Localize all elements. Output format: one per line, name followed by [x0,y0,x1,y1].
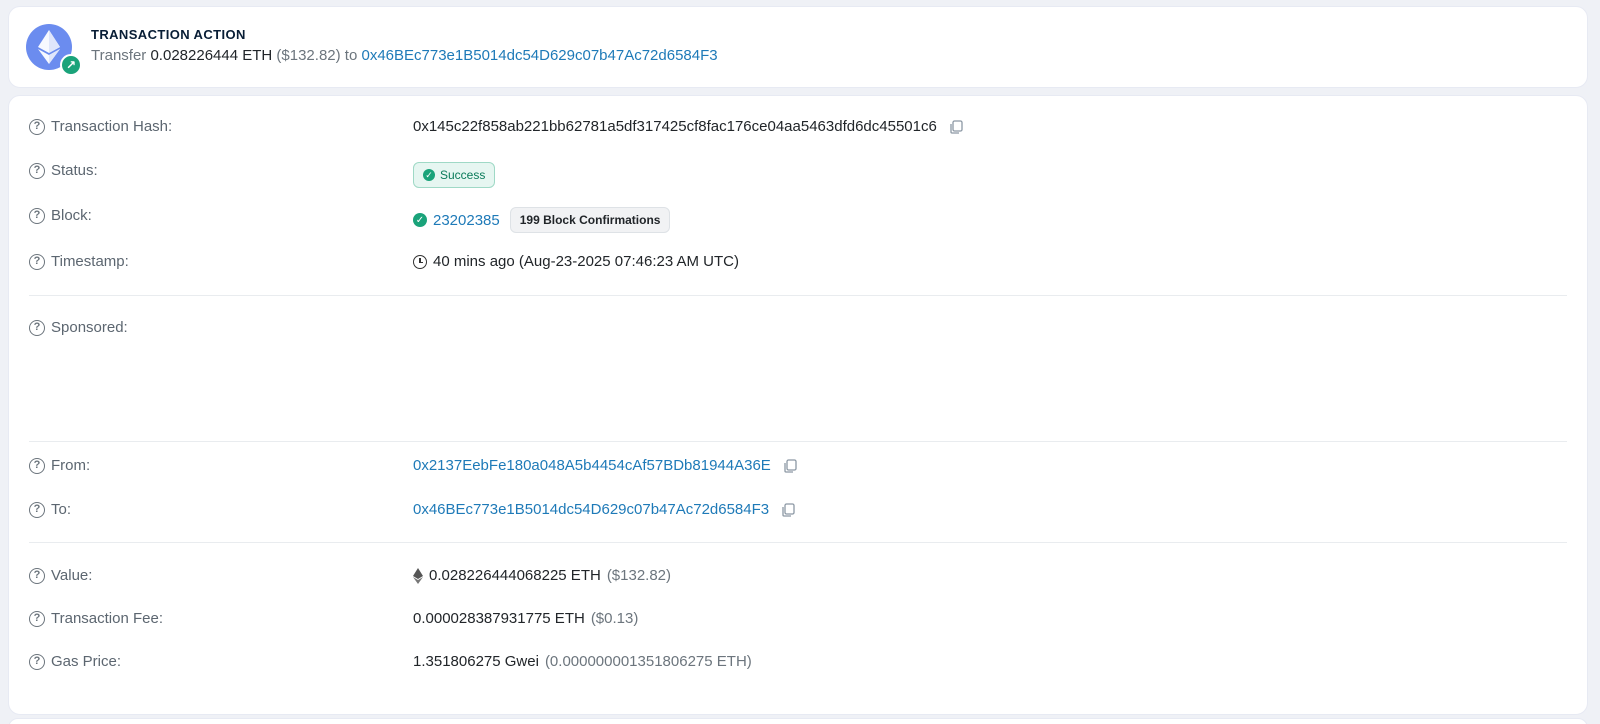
gas-amount: 1.351806275 Gwei [413,653,539,670]
copy-icon[interactable] [783,458,797,473]
label-transaction-fee: Transaction Fee: [51,610,163,627]
label-group: ? Block: [29,207,92,224]
copy-icon[interactable] [781,502,795,517]
row-gas-price: ? Gas Price: 1.351806275 Gwei (0.00000000… [29,653,1567,677]
label-group: ? Gas Price: [29,653,121,670]
help-icon[interactable]: ? [29,253,45,270]
label-group: ? Value: [29,567,92,584]
transaction-hash-value: 0x145c22f858ab221bb62781a5df317425cf8fac… [413,118,937,135]
label-group: ? Timestamp: [29,253,129,270]
value-group: 0x46BEc773e1B5014dc54D629c07b47Ac72d6584… [413,501,795,518]
label-status: Status: [51,162,98,179]
next-card [8,718,1588,724]
value-group: 40 mins ago (Aug-23-2025 07:46:23 AM UTC… [413,253,739,270]
value-group: 0x145c22f858ab221bb62781a5df317425cf8fac… [413,118,963,135]
help-icon[interactable]: ? [29,118,45,135]
divider [29,295,1567,296]
clock-icon [413,254,427,269]
fee-amount: 0.000028387931775 ETH [413,610,585,627]
action-verb: Transfer [91,47,147,64]
value-amount: 0.028226444068225 ETH [429,567,601,584]
row-timestamp: ? Timestamp: 40 mins ago (Aug-23-2025 07:… [29,253,1567,277]
row-status: ? Status: ✓ Success [29,162,1567,188]
action-to-word: to [344,47,358,64]
status-text: Success [440,168,486,182]
value-group: 0x2137EebFe180a048A5b4454cAf57BDb81944A3… [413,457,797,474]
transaction-action-card: ↗ TRANSACTION ACTION Transfer 0.02822644… [8,6,1588,88]
help-icon[interactable]: ? [29,610,45,627]
row-transaction-fee: ? Transaction Fee: 0.000028387931775 ETH … [29,610,1567,634]
action-to-address-link[interactable]: 0x46BEc773e1B5014dc54D629c07b47Ac72d6584… [361,47,717,64]
from-address-link[interactable]: 0x2137EebFe180a048A5b4454cAf57BDb81944A3… [413,457,771,474]
label-block: Block: [51,207,92,224]
value-group: 0.028226444068225 ETH ($132.82) [413,567,671,584]
value-usd: ($132.82) [606,567,672,584]
help-icon[interactable]: ? [29,319,45,336]
confirmations-badge: 199 Block Confirmations [509,207,671,233]
label-timestamp: Timestamp: [51,253,129,270]
action-summary: Transfer 0.028226444 ETH ($132.82) to 0x… [91,47,718,64]
row-value: ? Value: 0.028226444068225 ETH ($132.82) [29,567,1567,591]
copy-icon[interactable] [949,119,963,134]
label-group: ? Transaction Hash: [29,118,172,135]
outgoing-arrow-icon: ↗ [60,54,82,76]
action-usd: ($132.82) [276,47,341,64]
value-group: ✓ 23202385 199 Block Confirmations [413,207,671,233]
action-title: TRANSACTION ACTION [91,27,246,42]
label-gas-price: Gas Price: [51,653,122,670]
label-group: ? Sponsored: [29,319,128,336]
check-circle-icon: ✓ [423,169,435,181]
help-icon[interactable]: ? [29,567,45,584]
label-group: ? To: [29,501,71,518]
label-to: To: [51,501,72,518]
label-from: From: [51,457,91,474]
row-block: ? Block: ✓ 23202385 199 Block Confirmatio… [29,207,1567,233]
block-number-link[interactable]: 23202385 [433,212,500,229]
help-icon[interactable]: ? [29,162,45,179]
status-badge: ✓ Success [413,162,496,188]
row-sponsored: ? Sponsored: [29,319,1567,343]
to-address-link[interactable]: 0x46BEc773e1B5014dc54D629c07b47Ac72d6584… [413,501,769,518]
label-group: ? Status: [29,162,98,179]
label-group: ? Transaction Fee: [29,610,163,627]
gas-eth: (0.000000001351806275 ETH) [544,653,752,670]
divider [29,542,1567,543]
help-icon[interactable]: ? [29,207,45,224]
divider [29,441,1567,442]
timestamp-value: 40 mins ago (Aug-23-2025 07:46:23 AM UTC… [433,253,739,270]
value-group: 1.351806275 Gwei (0.000000001351806275 E… [413,653,752,670]
check-circle-icon: ✓ [413,213,427,227]
value-group: 0.000028387931775 ETH ($0.13) [413,610,638,627]
value-group: ✓ Success [413,162,496,188]
help-icon[interactable]: ? [29,501,45,518]
label-transaction-hash: Transaction Hash: [51,118,173,135]
row-from: ? From: 0x2137EebFe180a048A5b4454cAf57BDb… [29,457,1567,481]
label-sponsored: Sponsored: [51,319,128,336]
fee-usd: ($0.13) [590,610,639,627]
action-amount: 0.028226444 ETH [150,47,273,64]
label-group: ? From: [29,457,90,474]
label-value: Value: [51,567,93,584]
help-icon[interactable]: ? [29,653,45,670]
row-transaction-hash: ? Transaction Hash: 0x145c22f858ab221bb62… [29,118,1567,142]
ethereum-icon [413,567,423,584]
transaction-details-card: ? Transaction Hash: 0x145c22f858ab221bb62… [8,95,1588,715]
help-icon[interactable]: ? [29,457,45,474]
row-to: ? To: 0x46BEc773e1B5014dc54D629c07b47Ac72… [29,501,1567,525]
